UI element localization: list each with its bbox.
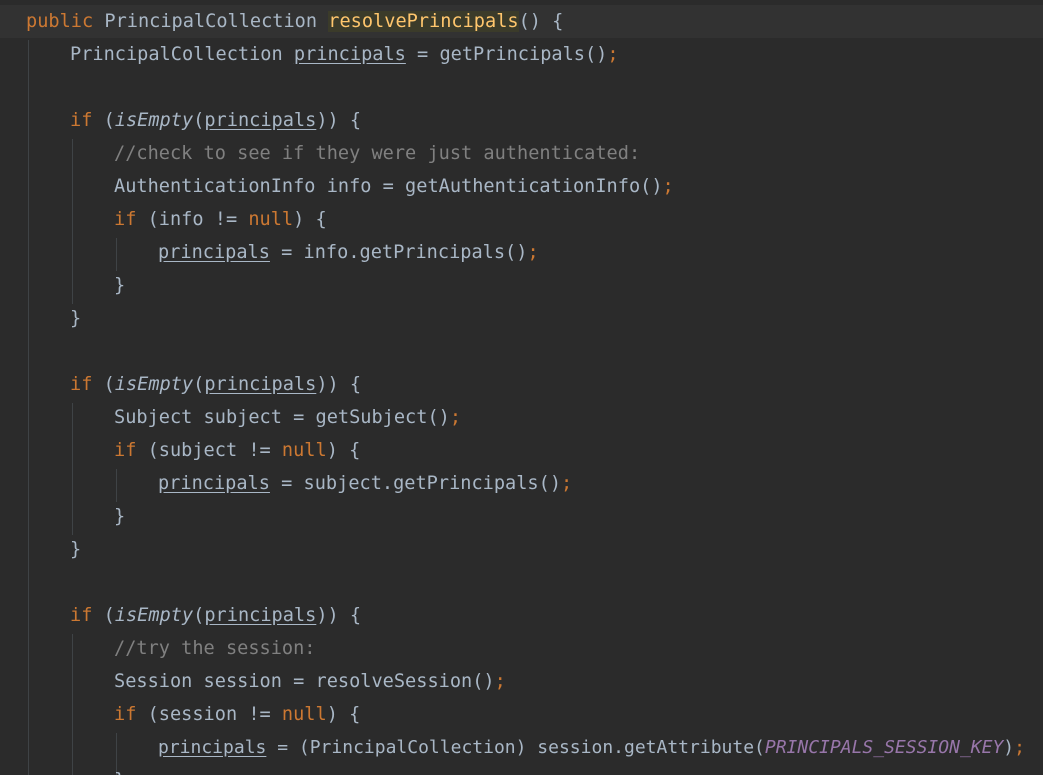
code-text: AuthenticationInfo info = getAuthenticat… (114, 176, 663, 197)
method-call[interactable]: isEmpty (115, 605, 193, 626)
variable-principals[interactable]: principals (204, 605, 316, 626)
code-line[interactable]: PrincipalCollection principals = getPrin… (0, 38, 1043, 71)
code-text: = getPrincipals() (405, 44, 608, 65)
closing-brace[interactable]: } (0, 533, 1043, 566)
method-call[interactable]: isEmpty (115, 110, 193, 131)
variable-principals[interactable]: principals (294, 44, 406, 65)
code-comment[interactable]: //try the session: (0, 632, 1043, 665)
keyword-if: if (114, 209, 137, 230)
code-text: Session session = resolveSession() (114, 671, 495, 692)
code-text: ) { (326, 704, 361, 725)
keyword-null: null (281, 704, 327, 725)
semicolon: ; (449, 407, 462, 428)
code-line[interactable]: if (session != null) { (0, 698, 1043, 731)
code-line[interactable]: if (info != null) { (0, 203, 1043, 236)
keyword-if: if (114, 704, 137, 725)
code-text: ( (193, 605, 205, 626)
code-line[interactable]: principals = subject.getPrincipals(); (0, 467, 1043, 500)
code-text: (subject != (136, 440, 282, 461)
constant-principals-session-key[interactable]: PRINCIPALS_SESSION_KEY (765, 737, 1003, 758)
keyword-if: if (70, 605, 93, 626)
semicolon: ; (561, 473, 573, 494)
keyword-null: null (281, 440, 327, 461)
method-name[interactable]: resolvePrincipals (328, 11, 519, 32)
code-text: ) { (293, 209, 327, 230)
semicolon: ; (527, 242, 539, 263)
variable-principals[interactable]: principals (204, 110, 316, 131)
code-text: ) (1003, 737, 1015, 758)
closing-brace[interactable]: } (0, 302, 1043, 335)
code-text: (session != (136, 704, 282, 725)
variable-principals[interactable]: principals (158, 473, 270, 494)
keyword-if: if (70, 110, 93, 131)
code-text: ) { (326, 440, 361, 461)
code-text: (info != (136, 209, 249, 230)
method-call[interactable]: isEmpty (115, 374, 193, 395)
closing-brace[interactable]: } (0, 764, 1043, 775)
code-text: () { (518, 11, 564, 32)
semicolon: ; (607, 44, 619, 65)
code-line[interactable]: public PrincipalCollection resolvePrinci… (0, 5, 1043, 38)
closing-brace[interactable]: } (0, 500, 1043, 533)
code-text: ( (193, 374, 205, 395)
return-type: PrincipalCollection (104, 11, 318, 32)
code-line[interactable]: principals = info.getPrincipals(); (0, 236, 1043, 269)
code-text: = (PrincipalCollection) session.getAttri… (266, 737, 765, 758)
semicolon: ; (662, 176, 674, 197)
code-text: ( (193, 110, 205, 131)
code-text: ( (92, 110, 115, 131)
code-line[interactable]: Subject subject = getSubject(); (0, 401, 1043, 434)
code-line[interactable]: AuthenticationInfo info = getAuthenticat… (0, 170, 1043, 203)
code-editor[interactable]: public PrincipalCollection resolvePrinci… (0, 0, 1043, 775)
keyword-null: null (248, 209, 294, 230)
code-line[interactable]: principals = (PrincipalCollection) sessi… (0, 731, 1043, 764)
code-text: )) { (316, 374, 362, 395)
code-text: )) { (316, 605, 362, 626)
variable-principals[interactable]: principals (158, 737, 266, 758)
code-text: )) { (316, 110, 362, 131)
code-line[interactable]: if (subject != null) { (0, 434, 1043, 467)
semicolon: ; (1014, 737, 1025, 758)
code-comment[interactable]: //check to see if they were just authent… (0, 137, 1043, 170)
code-line[interactable]: if (isEmpty(principals)) { (0, 368, 1043, 401)
code-text: ( (92, 605, 115, 626)
variable-principals[interactable]: principals (204, 374, 316, 395)
code-line[interactable]: if (isEmpty(principals)) { (0, 104, 1043, 137)
semicolon: ; (494, 671, 506, 692)
keyword: public (26, 11, 94, 32)
code-text: ( (92, 374, 115, 395)
code-text: = subject.getPrincipals() (269, 473, 562, 494)
type-name: PrincipalCollection (70, 44, 283, 65)
variable-principals[interactable]: principals (158, 242, 270, 263)
code-text: = info.getPrincipals() (269, 242, 528, 263)
keyword-if: if (114, 440, 137, 461)
code-text: Subject subject = getSubject() (114, 407, 450, 428)
keyword-if: if (70, 374, 93, 395)
code-line[interactable]: Session session = resolveSession(); (0, 665, 1043, 698)
code-line[interactable]: if (isEmpty(principals)) { (0, 599, 1043, 632)
closing-brace[interactable]: } (0, 269, 1043, 302)
